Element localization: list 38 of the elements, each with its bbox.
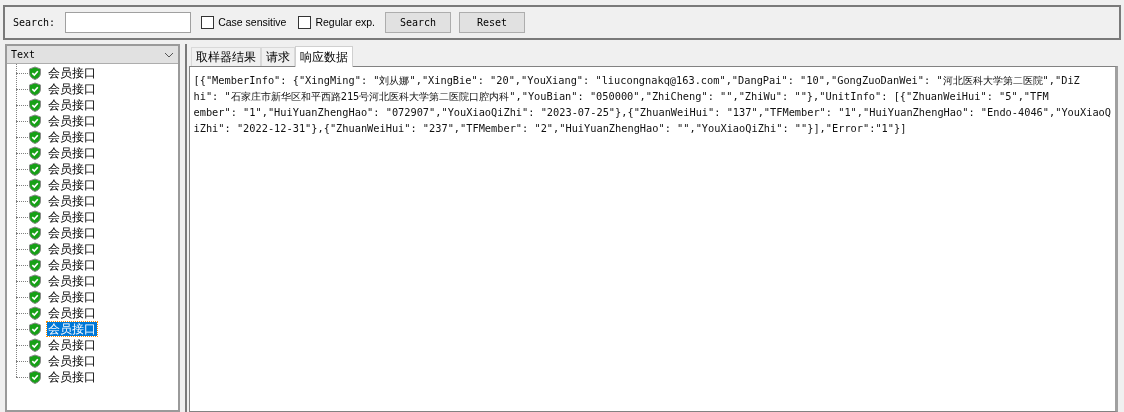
tree-item[interactable]: 会员接口	[47, 98, 97, 112]
search-field[interactable]	[65, 12, 192, 33]
checkbox-label: Regular exp.	[315, 14, 375, 30]
tree-item[interactable]: 会员接口	[47, 130, 97, 144]
response-line: [{"MemberInfo": {"XingMing": "刘从娜","XingBie": "20","YouXiang": "liucongnakq@163.com","DangPai": "10","GongZuoDanWei": "河北医科大学第二医院","DiZ	[193, 73, 1081, 88]
tree-item[interactable]: 会员接口	[47, 66, 97, 80]
chevron-down-icon	[164, 51, 175, 58]
tree-item[interactable]: 会员接口	[47, 146, 97, 160]
tab[interactable]: 响应数据	[294, 46, 353, 67]
tree-item[interactable]: 会员接口	[47, 338, 97, 352]
tab[interactable]: 请求	[260, 47, 295, 66]
response-line: iZhi": "2022-12-31"},{"ZhuanWeiHui": "237","TFMember": "2","HuiYuanZhengHao": "","YouXiaoQiZhi": ""}],"Error":"1"}]	[193, 121, 908, 136]
tree-item[interactable]: 会员接口	[47, 274, 97, 288]
tree-item[interactable]: 会员接口	[47, 194, 97, 208]
tree-item[interactable]: 会员接口	[47, 258, 97, 272]
response-line: hi": "石家庄市新华区和平西路215号河北医科大学第二医院口腔内科","YouBian": "050000","ZhiCheng": "","ZhiWu": ""},"UnitInfo": [{"ZhuanWeiHui": "5","TFM	[193, 89, 1050, 104]
tree-item[interactable]: 会员接口	[47, 82, 97, 96]
response-text-area[interactable]	[188, 66, 1118, 412]
tree-item[interactable]: 会员接口	[47, 226, 97, 240]
response-line: ember": "1","HuiYuanZhengHao": "072907","YouXiaoQiZhi": "2023-07-25"},{"ZhuanWeiHui": "137","TFMember": "1","HuiYuanZhengHao": "Endo-4046","YouXiaoQ	[193, 105, 1111, 120]
checkbox[interactable]	[298, 16, 312, 29]
tree-item[interactable]: 会员接口	[47, 354, 97, 368]
checkbox[interactable]	[201, 16, 215, 29]
tree-item[interactable]: 会员接口	[47, 306, 97, 320]
renderer-dropdown[interactable]: Text	[7, 46, 179, 64]
tree-item[interactable]: 会员接口	[47, 162, 97, 176]
tree-item[interactable]: 会员接口	[47, 290, 97, 304]
tab[interactable]: 取样器结果	[190, 47, 261, 66]
tree-item[interactable]: 会员接口	[47, 370, 97, 384]
tree-item[interactable]: 会员接口	[47, 210, 97, 224]
tree-item[interactable]: 会员接口	[47, 114, 97, 128]
tree-item[interactable]: 会员接口	[47, 322, 97, 336]
tree-item[interactable]: 会员接口	[47, 178, 97, 192]
tree-item[interactable]: 会员接口	[47, 242, 97, 256]
toolbar-button[interactable]: Reset	[459, 12, 525, 33]
search-label: Search:	[13, 16, 56, 30]
checkbox-label: Case sensitive	[218, 14, 287, 30]
toolbar-button[interactable]: Search	[385, 12, 451, 33]
